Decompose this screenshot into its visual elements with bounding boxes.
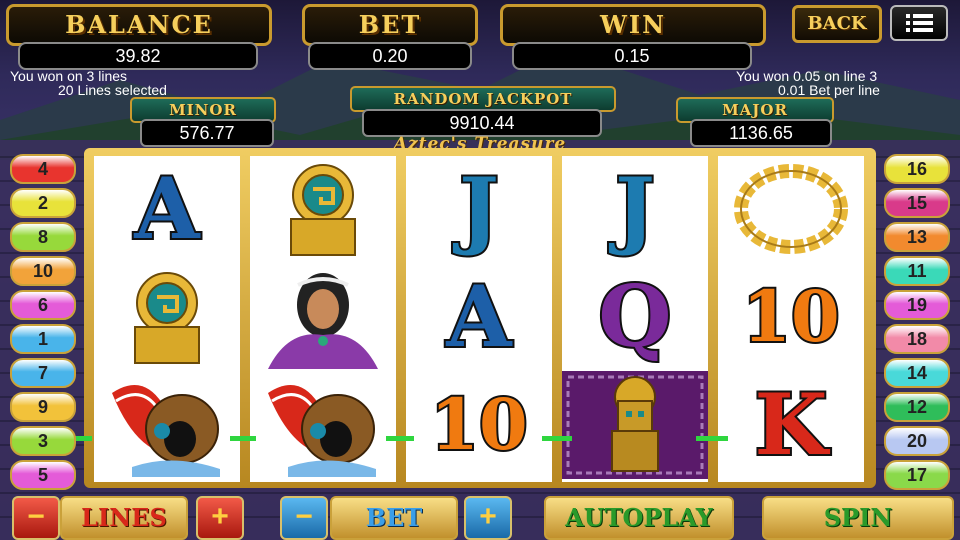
random-jackpot-value: 9910.44 [362, 109, 602, 137]
back-button[interactable]: BACK [792, 5, 882, 43]
line-badge-right[interactable]: 19 [884, 290, 950, 320]
symbol-q-card: Q [562, 264, 708, 370]
lines-decrease-button[interactable]: − [12, 496, 60, 540]
symbol-j-card: J [562, 156, 708, 262]
symbol-shield-icon [94, 264, 240, 370]
line-badge-right[interactable]: 12 [884, 392, 950, 422]
balance-label: BALANCE [6, 4, 272, 46]
symbol-a-card: A [94, 156, 240, 262]
symbol-idol-icon [562, 371, 708, 479]
symbol-necklace-icon [718, 156, 864, 262]
reel-5: 10 K [718, 156, 864, 482]
line-badge-left[interactable]: 2 [10, 188, 76, 218]
minor-jackpot-value: 576.77 [140, 119, 274, 147]
lines-button[interactable]: LINES [60, 496, 188, 540]
payline-3-segment [542, 436, 572, 441]
line-badge-right[interactable]: 13 [884, 222, 950, 252]
line-badge-left[interactable]: 8 [10, 222, 76, 252]
line-badge-left[interactable]: 5 [10, 460, 76, 490]
symbol-10-card: 10 [718, 264, 864, 370]
spin-button[interactable]: SPIN [762, 496, 954, 540]
symbol-j-card: J [406, 156, 552, 262]
line-badge-left[interactable]: 4 [10, 154, 76, 184]
symbol-a-glyph: A [444, 267, 513, 366]
bet-label: BET [302, 4, 478, 46]
line-badge-left[interactable]: 9 [10, 392, 76, 422]
payline-3-segment [696, 436, 728, 441]
line-badge-right[interactable]: 14 [884, 358, 950, 388]
win-label: WIN [500, 4, 766, 46]
symbol-k-glyph: K [752, 375, 829, 474]
line-badge-right[interactable]: 16 [884, 154, 950, 184]
bet-per-line-message: 0.01 Bet per line [778, 82, 880, 98]
line-badge-left[interactable]: 3 [10, 426, 76, 456]
symbol-shield-icon [250, 156, 396, 262]
balance-value: 39.82 [18, 42, 258, 70]
line-badge-left[interactable]: 10 [10, 256, 76, 286]
symbol-headdress-icon [250, 372, 396, 478]
reel-4: JQ [562, 156, 708, 482]
line-badge-right[interactable]: 17 [884, 460, 950, 490]
line-badge-right[interactable]: 18 [884, 324, 950, 354]
symbol-10-glyph: 10 [740, 275, 841, 358]
line-badge-right[interactable]: 15 [884, 188, 950, 218]
symbol-headdress-icon [94, 372, 240, 478]
bet-button[interactable]: BET [330, 496, 458, 540]
symbol-a-card: A [406, 264, 552, 370]
line-badge-left[interactable]: 7 [10, 358, 76, 388]
symbol-10-glyph: 10 [428, 383, 529, 466]
menu-button[interactable] [890, 5, 948, 41]
line-badge-right[interactable]: 11 [884, 256, 950, 286]
hamburger-menu-icon [906, 14, 933, 32]
line-badge-right[interactable]: 20 [884, 426, 950, 456]
line-badge-left[interactable]: 6 [10, 290, 76, 320]
payline-3-segment [386, 436, 414, 441]
payline-3-segment [230, 436, 256, 441]
autoplay-button[interactable]: AUTOPLAY [544, 496, 734, 540]
bet-increase-button[interactable]: + [464, 496, 512, 540]
lines-selected-message: 20 Lines selected [58, 82, 167, 98]
reel-2 [250, 156, 396, 482]
symbol-a-glyph: A [132, 159, 201, 258]
reel-1: A [94, 156, 240, 482]
reel-3: J A 10 [406, 156, 552, 482]
symbol-j-glyph: J [613, 159, 657, 258]
bet-value: 0.20 [308, 42, 472, 70]
symbol-k-card: K [718, 372, 864, 478]
win-value: 0.15 [512, 42, 752, 70]
bet-decrease-button[interactable]: − [280, 496, 328, 540]
line-badge-left[interactable]: 1 [10, 324, 76, 354]
symbol-princess-icon [250, 264, 396, 370]
symbol-q-glyph: Q [596, 267, 673, 366]
lines-increase-button[interactable]: + [196, 496, 244, 540]
major-jackpot-value: 1136.65 [690, 119, 832, 147]
symbol-j-glyph: J [457, 159, 501, 258]
symbol-10-card: 10 [406, 372, 552, 478]
